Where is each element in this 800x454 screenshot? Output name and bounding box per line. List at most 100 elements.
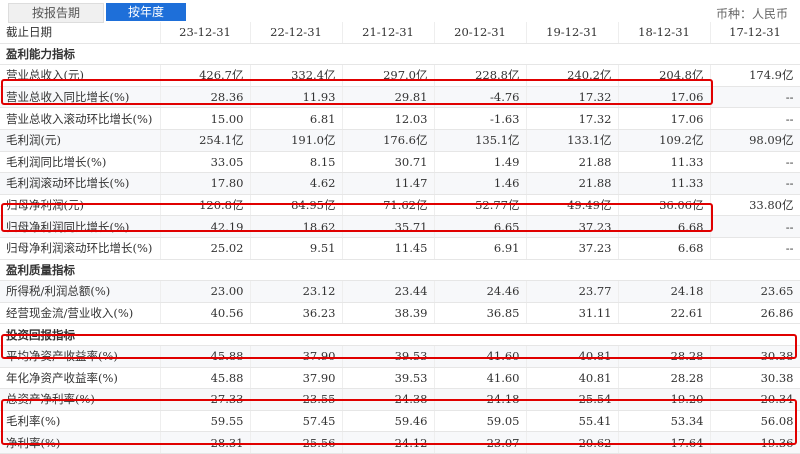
row-value: 109.2亿 (618, 129, 711, 152)
tab-by-report-period[interactable]: 按报告期 (8, 3, 104, 23)
row-value: 21.88 (526, 151, 619, 174)
table-row: 毛利润同比增长(%) 33.05 8.15 30.71 1.49 21.88 11.33 -- (0, 151, 800, 174)
header-date: 22-12-31 (250, 22, 343, 44)
row-label: 毛利润同比增长(%) (0, 151, 161, 174)
row-value: 8.15 (250, 151, 343, 174)
row-value: 11.33 (618, 151, 711, 174)
table-row: 归母净利润滚动环比增长(%) 25.02 9.51 11.45 6.91 37.23 6.6… (0, 237, 800, 260)
row-value: 20.34 (710, 388, 800, 411)
row-value: 6.91 (434, 237, 527, 260)
row-value: 41.60 (434, 367, 527, 390)
row-value: 29.81 (342, 86, 435, 109)
row-label: 归母净利润同比增长(%) (0, 215, 161, 238)
table-row: 净利率(%) 28.31 25.56 24.12 23.07 20.62 17.64 19.3… (0, 431, 800, 454)
tab-bar: 按报告期 按年度 币种：人民币 (0, 0, 800, 23)
header-date: 21-12-31 (342, 22, 435, 44)
row-value: -- (710, 172, 800, 195)
row-value: 39.53 (342, 367, 435, 390)
row-value: 426.7亿 (160, 64, 251, 87)
row-value: 53.34 (618, 410, 711, 433)
table-row: 营业总收入滚动环比增长(%) 15.00 6.81 12.03 -1.63 17.32 17… (0, 107, 800, 130)
row-value: 1.46 (434, 172, 527, 195)
row-label: 所得税/利润总额(%) (0, 280, 161, 303)
currency-label: 币种：人民币 (715, 7, 788, 21)
header-label: 截止日期 (0, 22, 161, 44)
row-value: 11.47 (342, 172, 435, 195)
table-row: 总资产净利率(%) 27.33 23.55 24.38 24.18 25.54 19.20 2… (0, 388, 800, 411)
row-value: 55.41 (526, 410, 619, 433)
row-value: -- (710, 237, 800, 260)
row-value: 40.81 (526, 367, 619, 390)
table-row: 经营现金流/营业收入(%) 40.56 36.23 38.39 36.85 31.11 22… (0, 302, 800, 325)
row-label: 总资产净利率(%) (0, 388, 161, 411)
row-value: 59.05 (434, 410, 527, 433)
row-value: 28.31 (160, 431, 251, 454)
row-value: 30.71 (342, 151, 435, 174)
row-value: 19.36 (710, 431, 800, 454)
row-value: 25.56 (250, 431, 343, 454)
row-value: 21.88 (526, 172, 619, 195)
row-value: 6.65 (434, 215, 527, 238)
row-value: 35.71 (342, 215, 435, 238)
row-value: 11.33 (618, 172, 711, 195)
row-value: -4.76 (434, 86, 527, 109)
row-value: 36.85 (434, 302, 527, 325)
row-value: -- (710, 86, 800, 109)
row-value: 20.62 (526, 431, 619, 454)
row-label: 归母净利润(元) (0, 194, 161, 217)
row-label: 归母净利润滚动环比增长(%) (0, 237, 161, 260)
row-value: 176.6亿 (342, 129, 435, 152)
row-value: 26.86 (710, 302, 800, 325)
row-value: 11.45 (342, 237, 435, 260)
row-value: 40.56 (160, 302, 251, 325)
row-value: 6.68 (618, 215, 711, 238)
row-value: 1.49 (434, 151, 527, 174)
row-value: 36.06亿 (618, 194, 711, 217)
row-value: 18.62 (250, 215, 343, 238)
row-value: 25.02 (160, 237, 251, 260)
row-value: 23.55 (250, 388, 343, 411)
row-value: 41.60 (434, 345, 527, 368)
row-value: 15.00 (160, 107, 251, 130)
row-value: 33.80亿 (710, 194, 800, 217)
row-value: 37.90 (250, 367, 343, 390)
row-value: 11.93 (250, 86, 343, 109)
row-value: 17.32 (526, 107, 619, 130)
header-date: 18-12-31 (618, 22, 711, 44)
table-row: 所得税/利润总额(%) 23.00 23.12 23.44 24.46 23.77 24.1… (0, 280, 800, 303)
row-value: 23.65 (710, 280, 800, 303)
row-label: 年化净资产收益率(%) (0, 367, 161, 390)
row-value: 31.11 (526, 302, 619, 325)
row-value: 28.36 (160, 86, 251, 109)
row-label: 营业总收入同比增长(%) (0, 86, 161, 109)
row-value: 17.06 (618, 86, 711, 109)
row-value: 24.18 (434, 388, 527, 411)
row-value: 27.33 (160, 388, 251, 411)
header-date: 20-12-31 (434, 22, 527, 44)
row-value: -- (710, 151, 800, 174)
row-label: 毛利润滚动环比增长(%) (0, 172, 161, 195)
row-value: 133.1亿 (526, 129, 619, 152)
row-value: 22.61 (618, 302, 711, 325)
row-value: 17.80 (160, 172, 251, 195)
row-value: 38.39 (342, 302, 435, 325)
header-date: 17-12-31 (710, 22, 800, 44)
row-value: 30.38 (710, 345, 800, 368)
row-value: 9.51 (250, 237, 343, 260)
row-label: 平均净资产收益率(%) (0, 345, 161, 368)
row-value: 37.90 (250, 345, 343, 368)
section-title: 盈利能力指标 (0, 43, 800, 66)
row-value: 174.9亿 (710, 64, 800, 87)
row-value: 19.20 (618, 388, 711, 411)
row-value: 240.2亿 (526, 64, 619, 87)
row-value: 36.23 (250, 302, 343, 325)
table-row: 平均净资产收益率(%) 45.88 37.90 39.53 41.60 40.81 28.2… (0, 345, 800, 368)
row-value: 6.68 (618, 237, 711, 260)
header-date: 23-12-31 (160, 22, 251, 44)
header-date: 19-12-31 (526, 22, 619, 44)
tab-by-year[interactable]: 按年度 (106, 3, 186, 21)
row-value: 23.77 (526, 280, 619, 303)
row-value: 42.19 (160, 215, 251, 238)
row-value: 30.38 (710, 367, 800, 390)
row-value: 40.81 (526, 345, 619, 368)
